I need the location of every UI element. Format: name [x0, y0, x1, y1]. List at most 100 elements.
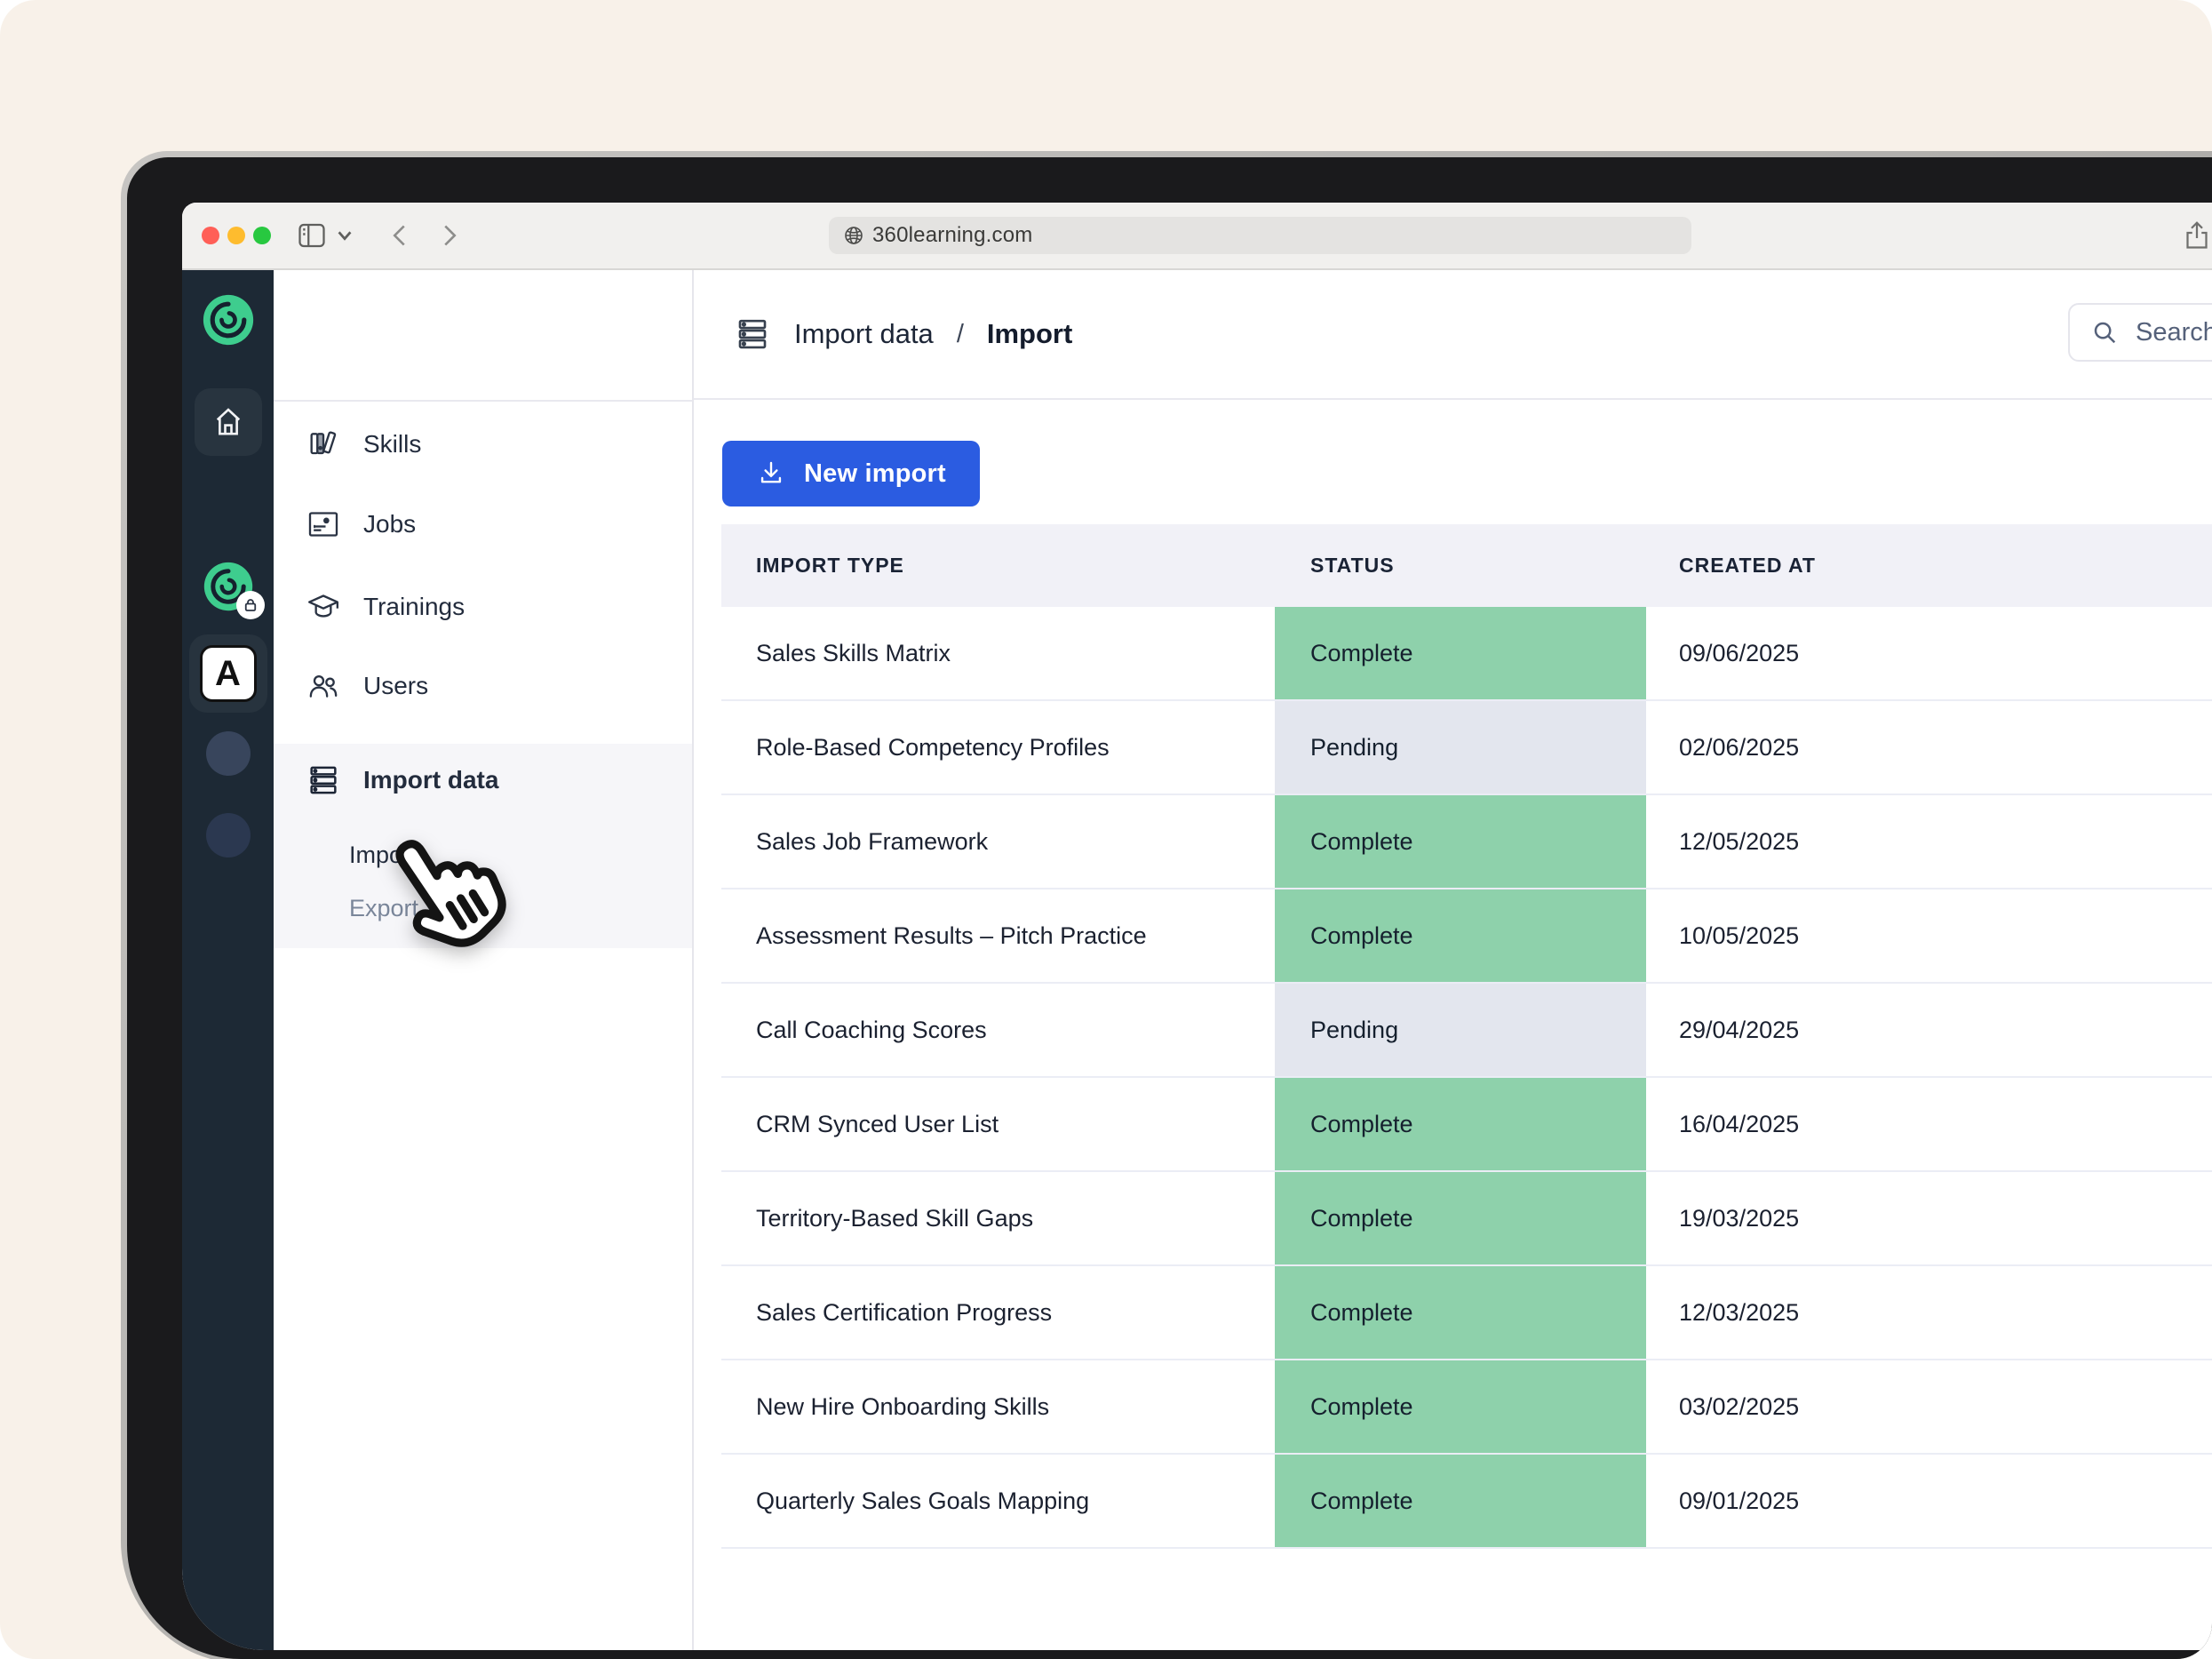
sidebar-item-jobs[interactable]: Jobs: [274, 498, 692, 551]
breadcrumb-separator: /: [957, 320, 964, 349]
server-stack-icon: [306, 762, 341, 798]
created-at-cell: 16/04/2025: [1646, 1078, 2212, 1170]
window-controls[interactable]: [202, 227, 271, 244]
import-type-cell: CRM Synced User List: [721, 1078, 1275, 1170]
status-badge: Pending: [1275, 984, 1646, 1076]
created-at-cell: 12/05/2025: [1646, 795, 2212, 888]
import-type-cell: Role-Based Competency Profiles: [721, 701, 1275, 794]
sidebar: Skills Jobs: [274, 270, 694, 1650]
search-placeholder: Search: [2136, 318, 2212, 347]
created-at-cell: 10/05/2025: [1646, 889, 2212, 982]
sidebar-item-label: Users: [363, 672, 428, 700]
url-text: 360learning.com: [872, 223, 1032, 248]
browser-toolbar: 360learning.com: [182, 203, 2212, 270]
share-icon[interactable]: [2181, 219, 2212, 251]
forward-icon[interactable]: [433, 219, 465, 251]
id-card-icon: [306, 506, 341, 542]
table-row[interactable]: Assessment Results – Pitch PracticeCompl…: [721, 888, 2212, 982]
breadcrumb-current-page: Import: [987, 318, 1072, 350]
globe-icon: [843, 225, 864, 246]
close-window-button[interactable]: [202, 227, 219, 244]
table-row[interactable]: CRM Synced User ListComplete16/04/2025: [721, 1076, 2212, 1170]
graduation-cap-icon: [306, 589, 341, 625]
locked-workspace-avatar[interactable]: [203, 561, 254, 612]
import-type-cell: Sales Certification Progress: [721, 1266, 1275, 1359]
breadcrumb: Import data / Import: [734, 270, 1072, 398]
org-logo[interactable]: [202, 293, 255, 347]
marketing-card-background: 360learning.com: [0, 0, 2212, 1659]
workspace-letter: A: [200, 645, 257, 702]
column-header-status: STATUS: [1275, 554, 1646, 578]
sidebar-subitem-import[interactable]: Import: [274, 833, 692, 877]
table-row[interactable]: Sales Skills MatrixComplete09/06/2025: [721, 607, 2212, 699]
zoom-window-button[interactable]: [253, 227, 271, 244]
created-at-cell: 09/01/2025: [1646, 1455, 2212, 1547]
created-at-cell: 29/04/2025: [1646, 984, 2212, 1076]
status-badge: Complete: [1275, 1172, 1646, 1264]
workspace-tile[interactable]: A: [189, 634, 267, 713]
table-header-row: IMPORT TYPE STATUS CREATED AT: [721, 524, 2212, 607]
lock-icon: [236, 591, 265, 619]
sidebar-subitem-export[interactable]: Export: [274, 886, 692, 930]
new-import-label: New import: [804, 459, 946, 489]
created-at-cell: 19/03/2025: [1646, 1172, 2212, 1264]
sidebar-item-label: Jobs: [363, 510, 416, 538]
search-icon: [2091, 319, 2118, 346]
sidebar-subitem-label: Import: [349, 841, 418, 869]
avatar-placeholder-1[interactable]: [206, 731, 251, 776]
imports-table: IMPORT TYPE STATUS CREATED AT Sales Skil…: [721, 524, 2212, 1549]
table-row[interactable]: Territory-Based Skill GapsComplete19/03/…: [721, 1170, 2212, 1264]
import-type-cell: New Hire Onboarding Skills: [721, 1360, 1275, 1453]
status-badge: Complete: [1275, 1360, 1646, 1453]
table-row[interactable]: Role-Based Competency ProfilesPending02/…: [721, 699, 2212, 794]
table-row[interactable]: New Hire Onboarding SkillsComplete03/02/…: [721, 1359, 2212, 1453]
import-type-cell: Assessment Results – Pitch Practice: [721, 889, 1275, 982]
server-stack-icon: [734, 315, 771, 353]
status-badge: Complete: [1275, 1266, 1646, 1359]
sidebar-toggle-icon[interactable]: [296, 219, 328, 251]
new-import-button[interactable]: New import: [722, 441, 980, 506]
column-header-import-type: IMPORT TYPE: [721, 554, 1275, 578]
sidebar-divider: [274, 400, 692, 402]
avatar-placeholder-2[interactable]: [206, 813, 251, 857]
status-badge: Complete: [1275, 1455, 1646, 1547]
sidebar-item-users[interactable]: Users: [274, 659, 692, 713]
main-content: Import data / Import Search: [694, 270, 2212, 1650]
users-icon: [306, 668, 341, 704]
import-type-cell: Quarterly Sales Goals Mapping: [721, 1455, 1275, 1547]
created-at-cell: 12/03/2025: [1646, 1266, 2212, 1359]
sidebar-subitem-label: Export: [349, 895, 418, 922]
sidebar-item-label: Skills: [363, 430, 421, 459]
sidebar-item-import-data[interactable]: Import data: [274, 754, 692, 807]
address-bar[interactable]: 360learning.com: [829, 217, 1691, 254]
sidebar-item-label: Trainings: [363, 593, 465, 621]
table-row[interactable]: Sales Job FrameworkComplete12/05/2025: [721, 794, 2212, 888]
sidebar-item-skills[interactable]: Skills: [274, 418, 692, 471]
table-row[interactable]: Sales Certification ProgressComplete12/0…: [721, 1264, 2212, 1359]
laptop-frame: 360learning.com: [127, 157, 2212, 1659]
back-icon[interactable]: [385, 219, 417, 251]
books-icon: [306, 427, 341, 462]
table-row[interactable]: Quarterly Sales Goals MappingComplete09/…: [721, 1453, 2212, 1547]
search-input[interactable]: Search: [2068, 303, 2212, 362]
status-badge: Complete: [1275, 889, 1646, 982]
import-type-cell: Call Coaching Scores: [721, 984, 1275, 1076]
status-badge: Complete: [1275, 607, 1646, 699]
breadcrumb-section[interactable]: Import data: [794, 318, 934, 350]
home-nav-tile[interactable]: [195, 388, 262, 456]
minimize-window-button[interactable]: [227, 227, 245, 244]
status-badge: Pending: [1275, 701, 1646, 794]
import-type-cell: Territory-Based Skill Gaps: [721, 1172, 1275, 1264]
download-icon: [756, 459, 786, 489]
column-header-created-at: CREATED AT: [1646, 554, 2212, 578]
import-type-cell: Sales Skills Matrix: [721, 607, 1275, 699]
created-at-cell: 03/02/2025: [1646, 1360, 2212, 1453]
browser-window: 360learning.com: [182, 203, 2212, 1650]
app-icon-rail: A: [182, 270, 274, 1650]
status-badge: Complete: [1275, 795, 1646, 888]
table-row[interactable]: Call Coaching ScoresPending29/04/2025: [721, 982, 2212, 1076]
app-page: A Skill: [182, 270, 2212, 1650]
import-type-cell: Sales Job Framework: [721, 795, 1275, 888]
chevron-down-icon[interactable]: [335, 226, 354, 245]
sidebar-item-trainings[interactable]: Trainings: [274, 580, 692, 634]
